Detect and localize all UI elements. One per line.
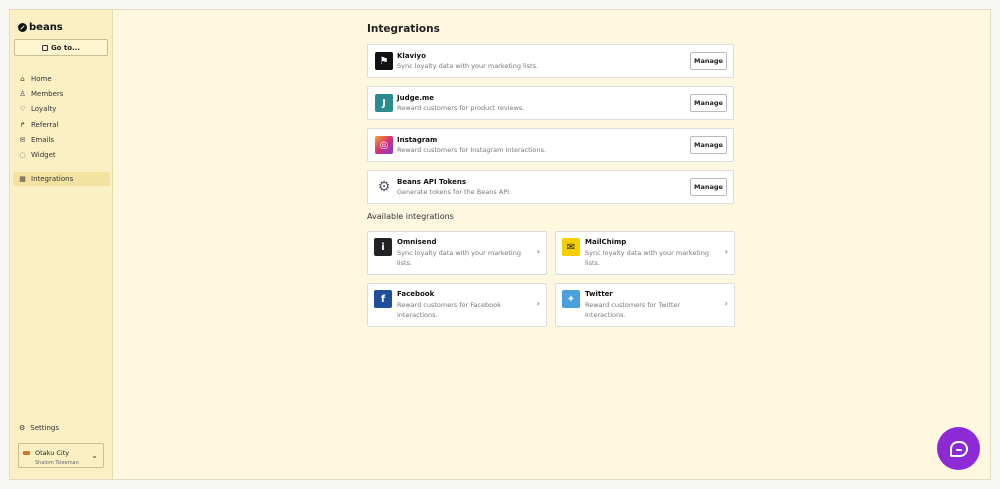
goto-button[interactable]: Go to...: [14, 39, 108, 56]
chevron-right-icon: ›: [536, 299, 540, 308]
chevron-right-icon: ›: [724, 299, 728, 308]
account-name: Otaku City: [35, 449, 70, 457]
integration-name: MailChimp: [585, 238, 627, 246]
integration-card-beans-api: ⚙ Beans API Tokens Generate tokens for t…: [367, 170, 734, 204]
available-integration-twitter[interactable]: ✦ Twitter Reward customers for Twitter i…: [555, 283, 735, 327]
chevron-right-icon: ›: [724, 247, 728, 256]
integration-name: Beans API Tokens: [397, 178, 467, 186]
sidebar-item-label: Members: [31, 89, 64, 98]
available-integration-mailchimp[interactable]: ✉ MailChimp Sync loyalty data with your …: [555, 231, 735, 275]
sidebar-item-label: Home: [31, 74, 52, 83]
integration-desc: Reward customers for Instagram interacti…: [397, 146, 547, 154]
manage-button[interactable]: Manage: [690, 178, 727, 196]
integration-card-instagram: ◎ Instagram Reward customers for Instagr…: [367, 128, 734, 162]
beans-logo[interactable]: beans: [18, 22, 63, 33]
available-integration-facebook[interactable]: f Facebook Reward customers for Facebook…: [367, 283, 547, 327]
twitter-logo-icon: ✦: [562, 290, 580, 308]
integration-desc: Reward customers for product reviews.: [397, 104, 525, 112]
sidebar-item-referral[interactable]: ↱ Referral: [10, 117, 113, 132]
api-gear-logo-icon: ⚙: [375, 178, 393, 196]
chat-bubble-icon: [949, 440, 968, 457]
app-frame: beans Go to... ⌂ Home ♙ Members ♡ Loyalt…: [9, 9, 991, 480]
sidebar-item-widget[interactable]: ◌ Widget: [10, 147, 113, 162]
integration-name: Twitter: [585, 290, 613, 298]
integration-desc: Reward customers for Facebook interactio…: [397, 301, 501, 319]
page-title: Integrations: [367, 23, 440, 35]
integration-desc: Sync loyalty data with your marketing li…: [397, 249, 521, 267]
integration-desc: Sync loyalty data with your marketing li…: [397, 62, 539, 70]
sidebar-item-label: Integrations: [31, 174, 74, 183]
sidebar: beans Go to... ⌂ Home ♙ Members ♡ Loyalt…: [10, 10, 113, 479]
instagram-logo-icon: ◎: [375, 136, 393, 154]
integration-card-judgeme: J Judge.me Reward customers for product …: [367, 86, 734, 120]
judgeme-logo-icon: J: [375, 94, 393, 112]
sidebar-item-members[interactable]: ♙ Members: [10, 86, 113, 101]
chevron-down-icon: ⌄: [91, 451, 98, 460]
facebook-logo-icon: f: [374, 290, 392, 308]
search-icon: [41, 44, 48, 51]
heart-icon: ♡: [19, 105, 26, 114]
integration-desc: Sync loyalty data with your marketing li…: [585, 249, 709, 267]
manage-button[interactable]: Manage: [690, 136, 727, 154]
beans-logo-icon: [18, 23, 27, 32]
share-icon: ↱: [19, 120, 26, 129]
mailchimp-logo-icon: ✉: [562, 238, 580, 256]
grid-icon: ▦: [19, 174, 26, 183]
omnisend-logo-icon: i: [374, 238, 392, 256]
account-user: Shalom Tsleeman: [35, 460, 79, 466]
integration-card-klaviyo: ⚑ Klaviyo Sync loyalty data with your ma…: [367, 44, 734, 78]
integration-name: Facebook: [397, 290, 435, 298]
gear-icon: ⚙: [19, 424, 26, 432]
integration-name: Judge.me: [397, 94, 435, 102]
sidebar-item-label: Loyalty: [31, 105, 57, 114]
mail-icon: ✉: [19, 135, 26, 144]
sidebar-item-home[interactable]: ⌂ Home: [10, 71, 113, 86]
account-switcher[interactable]: Otaku City Shalom Tsleeman ⌄: [18, 443, 104, 468]
klaviyo-logo-icon: ⚑: [375, 52, 393, 70]
sidebar-item-settings[interactable]: ⚙ Settings: [19, 424, 59, 432]
chevron-right-icon: ›: [536, 247, 540, 256]
integration-name: Omnisend: [397, 238, 437, 246]
available-integration-omnisend[interactable]: i Omnisend Sync loyalty data with your m…: [367, 231, 547, 275]
integration-desc: Generate tokens for the Beans API.: [397, 188, 512, 196]
integration-desc: Reward customers for Twitter interaction…: [585, 301, 681, 319]
sidebar-item-emails[interactable]: ✉ Emails: [10, 132, 113, 147]
home-icon: ⌂: [20, 74, 25, 83]
user-icon: ♙: [19, 89, 26, 98]
sidebar-item-label: Referral: [31, 120, 59, 129]
sidebar-item-label: Widget: [31, 151, 56, 160]
sidebar-item-loyalty[interactable]: ♡ Loyalty: [10, 102, 113, 117]
goto-label: Go to...: [50, 43, 81, 52]
manage-button[interactable]: Manage: [690, 94, 727, 112]
support-chat-button[interactable]: [937, 427, 980, 470]
sidebar-item-integrations[interactable]: ▦ Integrations: [13, 171, 110, 186]
brand-name: beans: [29, 22, 63, 33]
sidebar-item-label: Emails: [31, 135, 55, 144]
chat-icon: ◌: [19, 151, 26, 160]
integration-name: Klaviyo: [397, 52, 426, 60]
integration-name: Instagram: [397, 136, 438, 144]
shop-logo-icon: [23, 451, 30, 455]
manage-button[interactable]: Manage: [690, 52, 727, 70]
sidebar-nav: ⌂ Home ♙ Members ♡ Loyalty ↱ Referral ✉ …: [10, 71, 113, 186]
settings-label: Settings: [30, 424, 59, 432]
available-integrations-heading: Available integrations: [367, 212, 454, 221]
